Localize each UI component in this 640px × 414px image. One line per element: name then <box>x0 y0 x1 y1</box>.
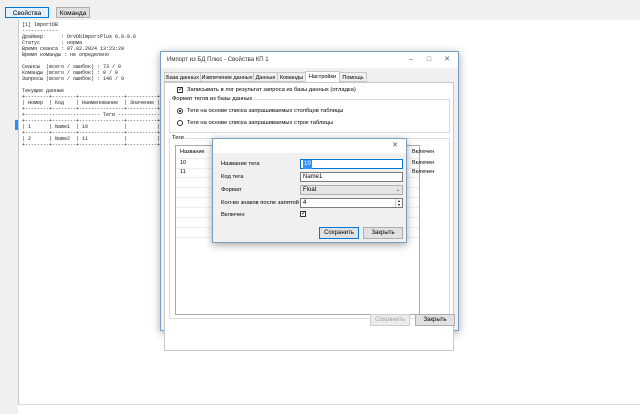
enabled-checkbox[interactable]: ✓ <box>300 211 306 217</box>
decimals-value: 4 <box>303 200 307 206</box>
tag-name-input[interactable]: 10 <box>300 159 403 169</box>
dialog-close-button[interactable]: Закрыть <box>363 227 403 239</box>
tab-settings[interactable]: Настройки <box>305 71 340 82</box>
spin-arrows-icon[interactable]: ▲ ▼ <box>395 199 402 207</box>
dialog-save-button[interactable]: Сохранить <box>319 227 359 239</box>
chevron-down-icon: ⌄ <box>395 187 400 193</box>
close-icon[interactable]: ✕ <box>438 52 456 68</box>
format-label: Формат <box>221 187 242 193</box>
write-log-checkbox[interactable]: ✓ <box>177 87 183 93</box>
tag-name-value: 10 <box>303 160 312 169</box>
maximize-icon[interactable]: □ <box>420 52 438 68</box>
radio-rows-label: Теги на основе списка запрашиваемых стро… <box>187 120 334 126</box>
format-group-title: Формат тегов из базы данных <box>171 96 254 102</box>
log-line: Запросы (всего / ошибок) : 146 / 0 <box>22 76 125 82</box>
tab-help[interactable]: Помощь <box>339 72 367 82</box>
radio-columns-label: Теги на основе списка запрашиваемых стол… <box>187 108 344 114</box>
tab-command[interactable]: Команда <box>56 7 90 18</box>
write-log-label: Записывать в лог результат запроса из ба… <box>187 87 356 93</box>
minimize-icon[interactable]: – <box>402 52 420 68</box>
tag-code-input[interactable]: Name1 <box>300 172 403 182</box>
col-enabled-header[interactable]: Включен <box>412 149 434 155</box>
table-row-2-enabled[interactable]: Включен <box>412 169 434 175</box>
decimals-stepper[interactable]: 4 ▲ ▼ <box>300 198 403 208</box>
radio-rows[interactable] <box>177 120 183 126</box>
tab-commands[interactable]: Команды <box>277 72 306 82</box>
tab-data[interactable]: Данные <box>253 72 278 82</box>
enabled-label: Включен <box>221 212 245 218</box>
window-title-text: Импорт из БД Плюс - Свойства КП 1 <box>167 57 269 63</box>
tags-group-title: Теги <box>171 135 185 141</box>
close-button[interactable]: Закрыть <box>415 314 455 326</box>
top-toolbar: Свойства Команда <box>0 0 640 20</box>
table-row-1-enabled[interactable]: Включен <box>412 160 434 166</box>
decimals-label: Кол-во знаков после запятой <box>221 200 299 206</box>
dialog-titlebar <box>213 139 406 153</box>
tag-code-label: Код тега <box>221 174 244 180</box>
radio-columns[interactable] <box>177 108 183 114</box>
close-icon[interactable]: ✕ <box>386 139 404 153</box>
log-line: Время команды : не определено <box>22 52 110 58</box>
tab-properties[interactable]: Свойства <box>5 7 49 18</box>
format-group <box>169 99 450 133</box>
tag-name-label: Название тега <box>221 161 260 167</box>
tag-edit-dialog: ✕ Название тега 10 Код тега Name1 Формат… <box>212 138 407 243</box>
format-select[interactable]: Float ⌄ <box>300 185 403 195</box>
save-button[interactable]: Сохранить <box>370 314 410 326</box>
col-name-header[interactable]: Название <box>180 149 205 155</box>
table-row-1-name[interactable]: 10 <box>180 160 186 166</box>
table-row-2-name[interactable]: 11 <box>180 169 186 175</box>
tab-database[interactable]: База данных <box>164 72 201 82</box>
tab-data-extraction[interactable]: Извлечение данных <box>200 72 254 82</box>
format-select-value: Float <box>303 187 317 193</box>
